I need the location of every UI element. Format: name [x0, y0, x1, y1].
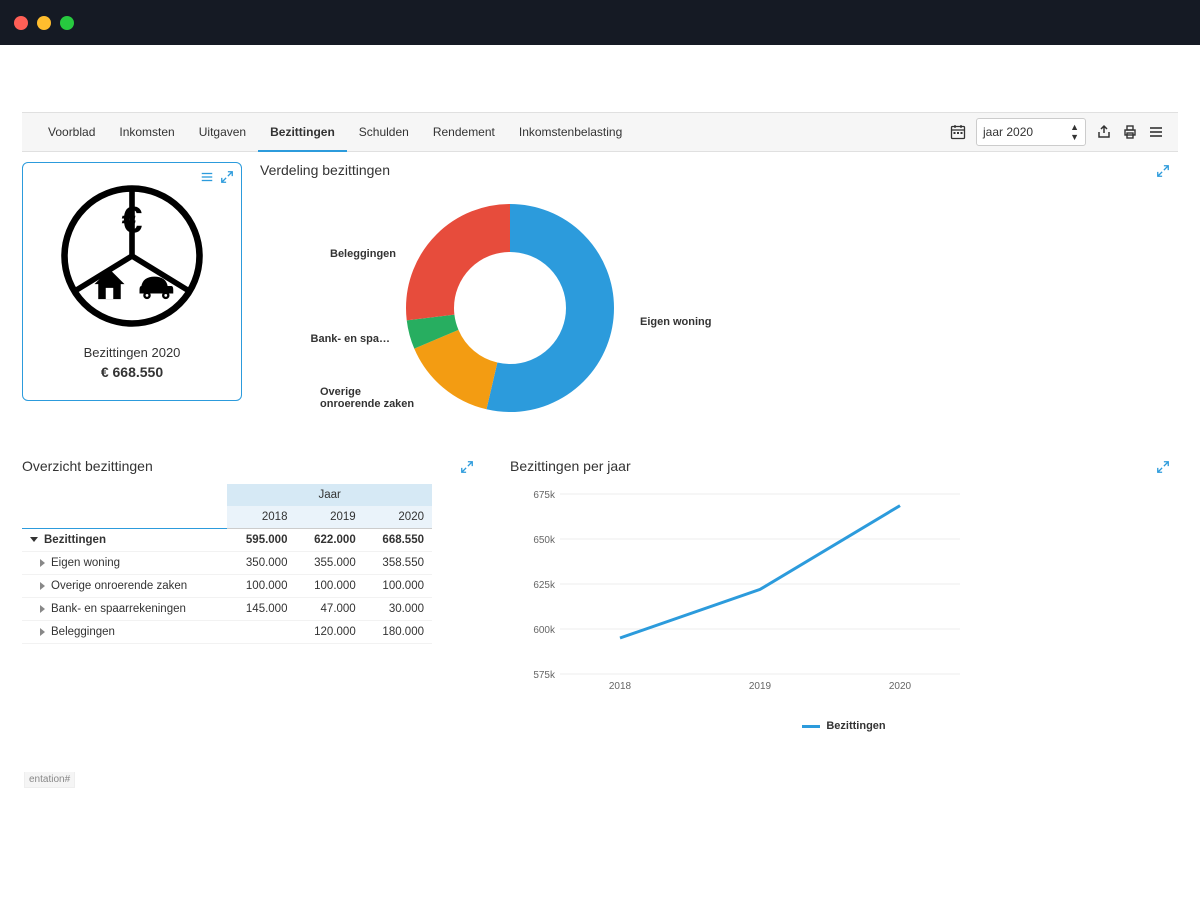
- expand-icon[interactable]: [1156, 460, 1170, 477]
- footer-tag: entation#: [24, 772, 75, 788]
- cell-value: 100.000: [227, 575, 295, 598]
- cell-value: [227, 621, 295, 644]
- chevron-right-icon[interactable]: [40, 582, 45, 590]
- svg-text:2019: 2019: [749, 681, 772, 692]
- chevron-right-icon[interactable]: [40, 559, 45, 567]
- table-year-col: 2019: [295, 506, 363, 529]
- calendar-icon[interactable]: [950, 124, 966, 140]
- zoom-window-dot[interactable]: [60, 16, 74, 30]
- chevron-right-icon[interactable]: [40, 605, 45, 613]
- expand-icon[interactable]: [1156, 164, 1170, 181]
- row-label: Eigen woning: [51, 557, 120, 569]
- card-value: € 668.550: [35, 364, 229, 380]
- expand-icon[interactable]: [460, 460, 474, 477]
- row-label: Bezittingen: [44, 534, 106, 546]
- year-select[interactable]: jaar 2020 ▲▼: [976, 118, 1086, 146]
- overview-title: Overzicht bezittingen: [22, 458, 482, 474]
- table-row[interactable]: Beleggingen 120.000180.000: [22, 621, 432, 644]
- cell-value: 120.000: [295, 621, 363, 644]
- close-window-dot[interactable]: [14, 16, 28, 30]
- assets-pie-icon: €: [35, 181, 229, 331]
- chevron-down-icon[interactable]: [30, 537, 38, 542]
- tab-voorblad[interactable]: Voorblad: [36, 112, 107, 152]
- menu-icon[interactable]: [1148, 124, 1164, 140]
- row-label: Beleggingen: [51, 626, 115, 638]
- cell-value: 145.000: [227, 598, 295, 621]
- line-title: Bezittingen per jaar: [510, 458, 1178, 474]
- card-label: Bezittingen 2020: [35, 345, 229, 360]
- cell-value: 622.000: [295, 529, 363, 552]
- list-icon[interactable]: [199, 169, 215, 185]
- svg-text:650k: 650k: [533, 535, 556, 546]
- window-titlebar: [0, 0, 1200, 45]
- tab-rendement[interactable]: Rendement: [421, 112, 507, 152]
- donut-label-overige: Overige onroerende zaken: [320, 386, 430, 410]
- tab-bar: VoorbladInkomstenUitgavenBezittingenSchu…: [36, 112, 634, 152]
- donut-label-bank: Bank- en spa…: [300, 333, 390, 345]
- cell-value: 180.000: [364, 621, 432, 644]
- line-panel: Bezittingen per jaar 675k 65: [510, 458, 1178, 732]
- row-label: Bank- en spaarrekeningen: [51, 603, 186, 615]
- table-year-col: 2020: [364, 506, 432, 529]
- donut-title: Verdeling bezittingen: [260, 162, 1178, 178]
- toolbar: VoorbladInkomstenUitgavenBezittingenSchu…: [22, 112, 1178, 152]
- svg-text:2020: 2020: [889, 681, 912, 692]
- summary-card: € Bezittingen 2020 € 668.550: [22, 162, 242, 401]
- year-select-value: jaar 2020: [983, 125, 1033, 139]
- donut-label-eigen: Eigen woning: [640, 316, 712, 328]
- print-icon[interactable]: [1122, 124, 1138, 140]
- table-year-col: 2018: [227, 506, 295, 529]
- cell-value: 100.000: [364, 575, 432, 598]
- share-icon[interactable]: [1096, 124, 1112, 140]
- cell-value: 47.000: [295, 598, 363, 621]
- svg-text:€: €: [122, 199, 143, 241]
- table-row[interactable]: Bezittingen 595.000622.000668.550: [22, 529, 432, 552]
- svg-text:600k: 600k: [533, 625, 556, 636]
- overview-panel: Overzicht bezittingen Jaar 2018 2019 202…: [22, 458, 482, 644]
- svg-text:2018: 2018: [609, 681, 632, 692]
- donut-label-beleggingen: Beleggingen: [330, 248, 390, 260]
- tab-uitgaven[interactable]: Uitgaven: [187, 112, 258, 152]
- tab-inkomstenbelasting[interactable]: Inkomstenbelasting: [507, 112, 634, 152]
- cell-value: 595.000: [227, 529, 295, 552]
- cell-value: 30.000: [364, 598, 432, 621]
- cell-value: 355.000: [295, 552, 363, 575]
- cell-value: 668.550: [364, 529, 432, 552]
- cell-value: 358.550: [364, 552, 432, 575]
- line-chart: 675k 650k 625k 600k 575k 2018 2019 2020: [510, 484, 970, 694]
- table-row[interactable]: Bank- en spaarrekeningen 145.00047.00030.…: [22, 598, 432, 621]
- chevron-right-icon[interactable]: [40, 628, 45, 636]
- cell-value: 100.000: [295, 575, 363, 598]
- expand-icon[interactable]: [219, 169, 235, 185]
- overview-table: Jaar 2018 2019 2020 Bezittingen 595.00062…: [22, 484, 432, 644]
- svg-text:625k: 625k: [533, 580, 556, 591]
- cell-value: 350.000: [227, 552, 295, 575]
- minimize-window-dot[interactable]: [37, 16, 51, 30]
- donut-panel: Verdeling bezittingen Beleggingen Bank- …: [260, 162, 1178, 428]
- tab-bezittingen[interactable]: Bezittingen: [258, 112, 347, 152]
- legend-swatch: [802, 725, 820, 728]
- table-row[interactable]: Overige onroerende zaken100.000100.00010…: [22, 575, 432, 598]
- svg-text:575k: 575k: [533, 670, 556, 681]
- row-label: Overige onroerende zaken: [51, 580, 187, 592]
- table-group-header: Jaar: [227, 484, 432, 506]
- table-row[interactable]: Eigen woning 350.000355.000358.550: [22, 552, 432, 575]
- line-legend: Bezittingen: [510, 720, 1178, 732]
- svg-text:675k: 675k: [533, 490, 556, 501]
- tab-inkomsten[interactable]: Inkomsten: [107, 112, 186, 152]
- tab-schulden[interactable]: Schulden: [347, 112, 421, 152]
